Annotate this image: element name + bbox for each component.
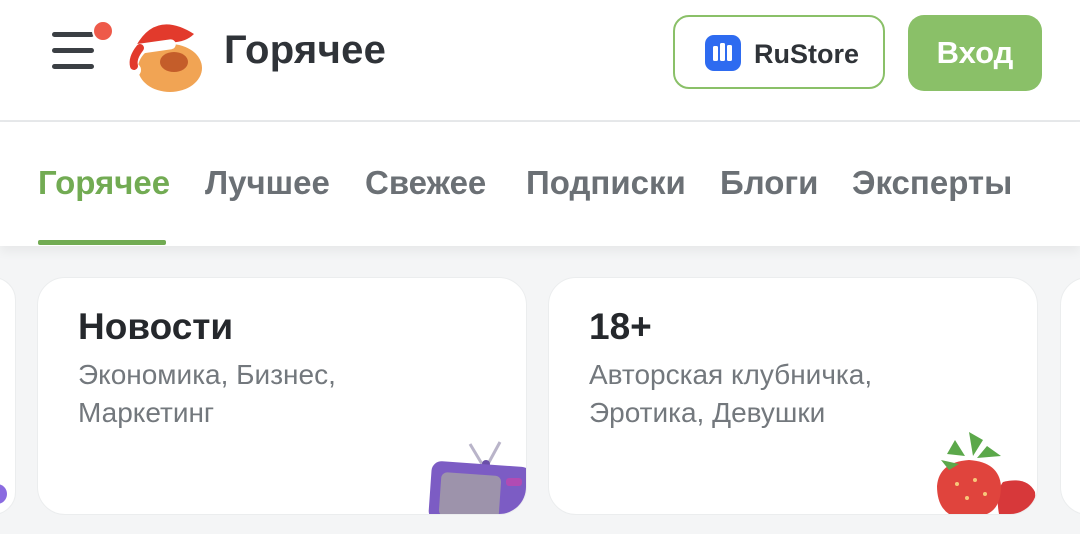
- feed-tabs: Горячее Лучшее Свежее Подписки Блоги Экс…: [0, 122, 1080, 246]
- category-card-news[interactable]: Новости Экономика, Бизнес, Маркетинг: [37, 277, 527, 515]
- card-title: Новости: [78, 306, 234, 347]
- card-description: Авторская клубничка, Эротика, Девушки: [589, 359, 873, 428]
- app-header: Горячее RuStore Вход: [0, 0, 1080, 122]
- tab-hot[interactable]: Горячее: [38, 164, 170, 202]
- rustore-button[interactable]: RuStore: [673, 15, 885, 89]
- category-card-18plus[interactable]: 18+ Авторская клубничка, Эротика, Девушк…: [548, 277, 1038, 515]
- category-icon: [0, 484, 7, 504]
- hamburger-menu-icon[interactable]: [52, 20, 114, 76]
- card-title: 18+: [589, 306, 652, 347]
- notification-dot: [92, 20, 114, 42]
- tv-icon: [428, 441, 526, 514]
- strawberry-icon: [937, 432, 1036, 514]
- active-tab-indicator: [38, 240, 166, 245]
- tab-experts[interactable]: Эксперты: [852, 164, 1012, 202]
- tab-fresh[interactable]: Свежее: [365, 164, 486, 202]
- page-title: Горячее: [224, 28, 387, 72]
- tab-subscriptions[interactable]: Подписки: [526, 164, 686, 202]
- login-button[interactable]: Вход: [908, 15, 1042, 91]
- rustore-icon: [705, 35, 741, 71]
- tab-blogs[interactable]: Блоги: [720, 164, 818, 202]
- pikabu-logo[interactable]: [122, 12, 208, 96]
- rustore-label: RuStore: [754, 39, 860, 69]
- category-card-partial-right[interactable]: [1060, 277, 1080, 515]
- category-card-partial-left[interactable]: [0, 277, 16, 515]
- tab-best[interactable]: Лучшее: [205, 164, 330, 202]
- card-description: Экономика, Бизнес, Маркетинг: [78, 359, 336, 428]
- login-label: Вход: [936, 35, 1014, 70]
